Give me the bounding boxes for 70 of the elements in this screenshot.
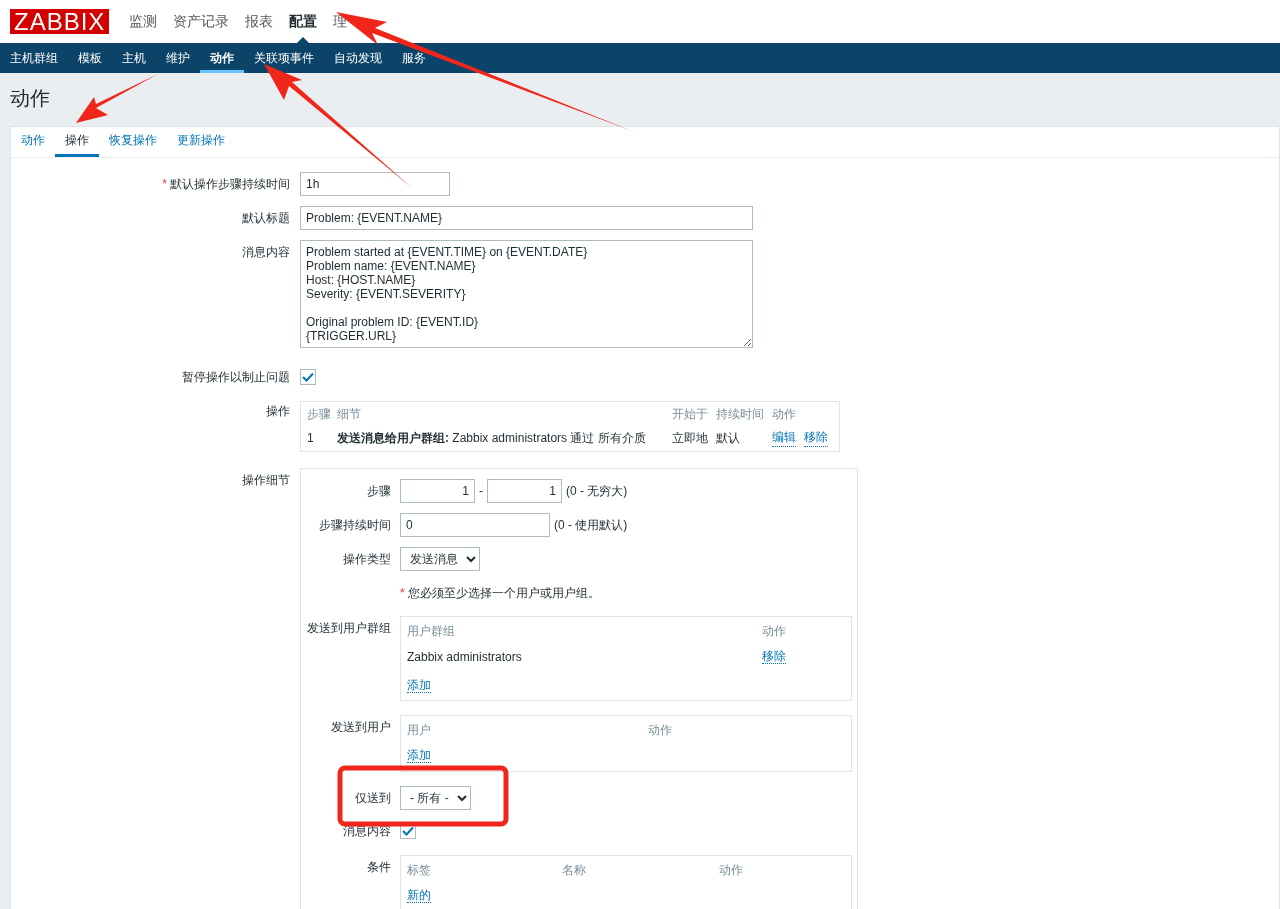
- hint-text: (0 - 无穷大): [566, 482, 628, 500]
- submenu-item[interactable]: 主机: [112, 43, 156, 73]
- column-header: 名称: [562, 862, 587, 879]
- column-header: 持续时间: [716, 406, 765, 423]
- submenu-item[interactable]: 主机群组: [0, 43, 68, 73]
- separator: -: [479, 484, 483, 498]
- checkbox[interactable]: [300, 369, 316, 385]
- column-header: 动作: [762, 623, 787, 640]
- field-label: 条件: [367, 859, 391, 876]
- tab[interactable]: 恢复操作: [99, 127, 167, 157]
- step-from-field[interactable]: 1: [400, 479, 475, 503]
- table-cell-text: 1: [307, 431, 315, 445]
- add-link[interactable]: 添加: [407, 678, 431, 693]
- remove-link[interactable]: 移除: [762, 649, 786, 664]
- logo[interactable]: ZABBIX: [10, 9, 110, 34]
- column-header: 动作: [719, 862, 744, 879]
- field-label: 步骤持续时间: [319, 517, 391, 534]
- column-header: 动作: [772, 406, 797, 423]
- message-field[interactable]: Problem started at {EVENT.TIME} on {EVENT.DATE} Problem name: {EVENT.NAME} Host: {HOST.NAME} Severity: {EVENT.SEVERITY} Original problem ID: {EVENT.ID} {TRIGGER.URL}: [300, 240, 753, 348]
- field-label: 操作细节: [242, 472, 290, 489]
- hint-text: (0 - 使用默认): [554, 516, 628, 534]
- column-header: 用户: [407, 722, 432, 739]
- menu-item[interactable]: 监测: [121, 0, 166, 43]
- submenu-item[interactable]: 服务: [392, 43, 436, 73]
- column-header: 标签: [407, 862, 432, 879]
- tab[interactable]: 操作: [55, 127, 99, 157]
- tab[interactable]: 动作: [11, 127, 55, 157]
- field-label: 暂停操作以制止问题: [182, 369, 290, 386]
- duration-field[interactable]: 1h: [300, 172, 450, 196]
- column-header: 步骤: [307, 406, 332, 423]
- menu-item[interactable]: 配置: [281, 0, 326, 43]
- tab[interactable]: 更新操作: [167, 127, 235, 157]
- table-cell-text: 立即地: [672, 429, 709, 447]
- action-link[interactable]: 编辑: [772, 429, 796, 447]
- operation-type-select[interactable]: 发送消息: [400, 547, 480, 571]
- column-header: 用户群组: [407, 623, 456, 640]
- submenu-item[interactable]: 动作: [200, 43, 244, 73]
- submenu-item[interactable]: 自动发现: [324, 43, 392, 73]
- submenu-item[interactable]: 维护: [156, 43, 200, 73]
- page-title: 动作: [10, 86, 50, 111]
- subject-field[interactable]: Problem: {EVENT.NAME}: [300, 206, 753, 230]
- step-to-field[interactable]: 1: [487, 479, 562, 503]
- action-link[interactable]: 移除: [804, 429, 828, 447]
- column-header: 开始于: [672, 406, 709, 423]
- field-label: 仅送到: [355, 790, 391, 807]
- label-text: 默认操作步骤持续时间: [170, 177, 290, 191]
- field-label: 操作类型: [343, 551, 391, 568]
- add-link[interactable]: 添加: [407, 748, 431, 763]
- table-cell-text: 默认: [716, 429, 741, 447]
- field-label: 发送到用户: [331, 719, 391, 736]
- menu-item[interactable]: 资产记录: [165, 0, 238, 43]
- field-label: 发送到用户群组: [307, 620, 391, 637]
- column-header: 细节: [337, 406, 362, 423]
- required-mark: *: [162, 177, 167, 191]
- submenu-item[interactable]: 模板: [68, 43, 112, 73]
- required-mark: *: [400, 586, 405, 600]
- field-label: 默认标题: [242, 210, 290, 227]
- send-to-select[interactable]: - 所有 -: [400, 786, 471, 810]
- table-cell-text: 发送消息给用户群组: Zabbix administrators 通过 所有介质: [337, 429, 647, 447]
- menu-item[interactable]: 报表: [237, 0, 282, 43]
- new-link[interactable]: 新的: [407, 888, 431, 903]
- field-label: 步骤: [367, 483, 391, 500]
- submenu-item[interactable]: 关联项事件: [244, 43, 324, 73]
- warning-text: 您必须至少选择一个用户或用户组。: [407, 586, 600, 600]
- step-duration-field[interactable]: 0: [400, 513, 550, 537]
- field-label: 消息内容: [242, 244, 290, 261]
- field-label: 消息内容: [343, 823, 391, 840]
- column-header: 动作: [648, 722, 673, 739]
- table-cell-text: Zabbix administrators: [407, 649, 523, 664]
- field-label: 操作: [266, 403, 290, 420]
